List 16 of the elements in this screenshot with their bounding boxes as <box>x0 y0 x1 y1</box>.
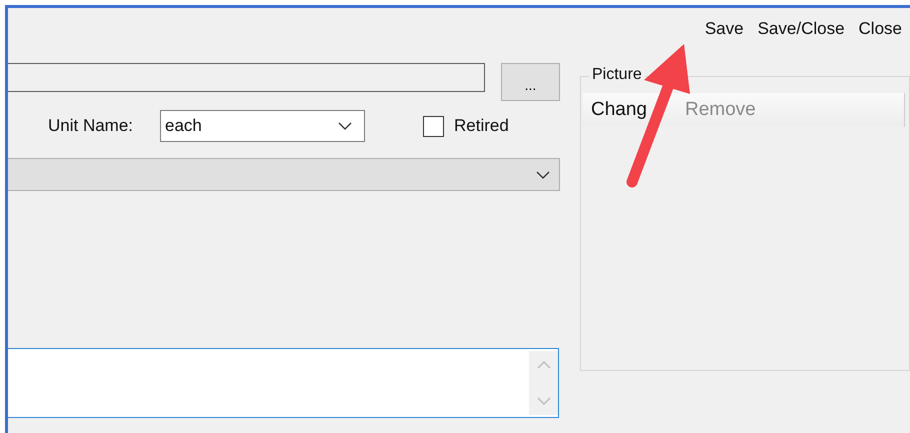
toolstrip-button[interactable]: Chang <box>587 99 651 121</box>
toolbar-button[interactable]: Save <box>698 19 750 39</box>
retired-checkbox[interactable] <box>423 116 444 136</box>
unit-name-label: Unit Name: <box>48 116 134 136</box>
chevron-down-icon <box>338 122 352 130</box>
unit-name-dropdown[interactable]: each <box>160 110 365 142</box>
scroll-down-icon[interactable] <box>536 397 550 405</box>
chevron-down-icon <box>536 170 550 178</box>
retired-label: Retired <box>454 116 509 136</box>
scrollbar[interactable] <box>529 351 558 415</box>
text-field[interactable] <box>8 63 485 92</box>
toolbar-button[interactable]: Save/Close <box>752 19 851 39</box>
notes-field[interactable] <box>8 348 559 418</box>
browse-button[interactable]: ... <box>501 63 560 101</box>
scroll-up-icon[interactable] <box>536 361 550 369</box>
toolbar-button[interactable]: Close <box>852 19 908 39</box>
